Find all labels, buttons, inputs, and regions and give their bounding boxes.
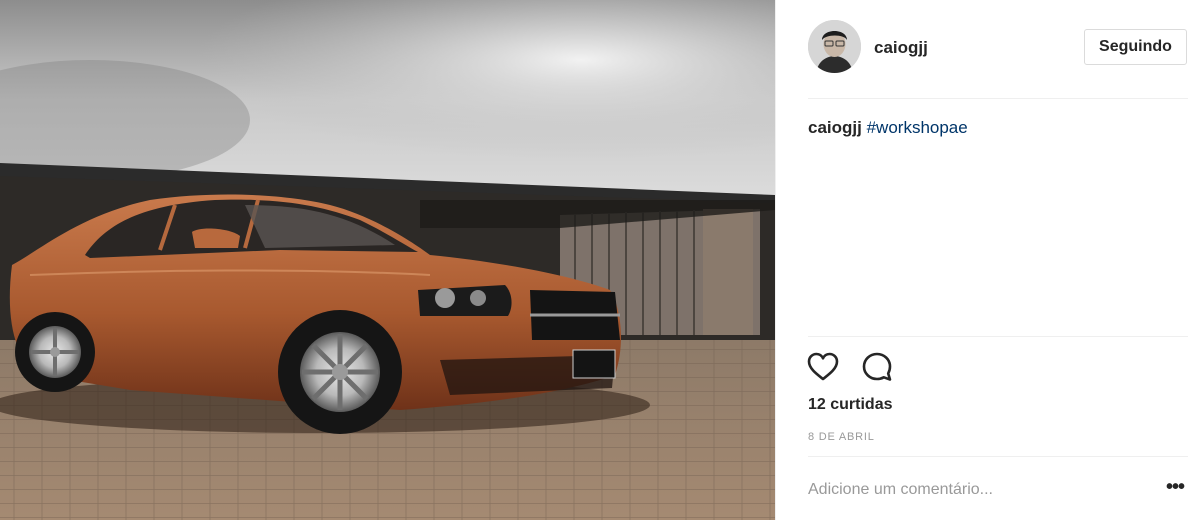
- post-date[interactable]: 8 DE ABRIL: [808, 431, 875, 443]
- comment-input[interactable]: [808, 478, 1148, 502]
- post-photo[interactable]: [0, 0, 775, 520]
- ellipsis-icon[interactable]: •••: [1160, 477, 1190, 502]
- caption-hashtag[interactable]: #workshopae: [867, 118, 968, 137]
- actions-divider: [808, 336, 1188, 337]
- speech-bubble-icon[interactable]: [860, 350, 894, 384]
- heart-outline-icon[interactable]: [806, 350, 840, 384]
- post-username[interactable]: caiogjj: [874, 38, 928, 58]
- header-divider: [808, 98, 1188, 99]
- comment-divider: [808, 456, 1188, 457]
- car-photo-image: [0, 0, 775, 520]
- post-caption: caiogjj #workshopae: [808, 118, 968, 138]
- user-portrait-icon: [808, 20, 861, 73]
- post-header: caiogjj Seguindo: [776, 0, 1200, 98]
- likes-count[interactable]: 12 curtidas: [808, 396, 892, 414]
- caption-username[interactable]: caiogjj: [808, 118, 862, 137]
- avatar[interactable]: [808, 20, 861, 73]
- post-sidebar: caiogjj Seguindo caiogjj #workshopae 12 …: [775, 0, 1200, 520]
- following-button[interactable]: Seguindo: [1084, 29, 1187, 65]
- post-actions: [806, 350, 906, 384]
